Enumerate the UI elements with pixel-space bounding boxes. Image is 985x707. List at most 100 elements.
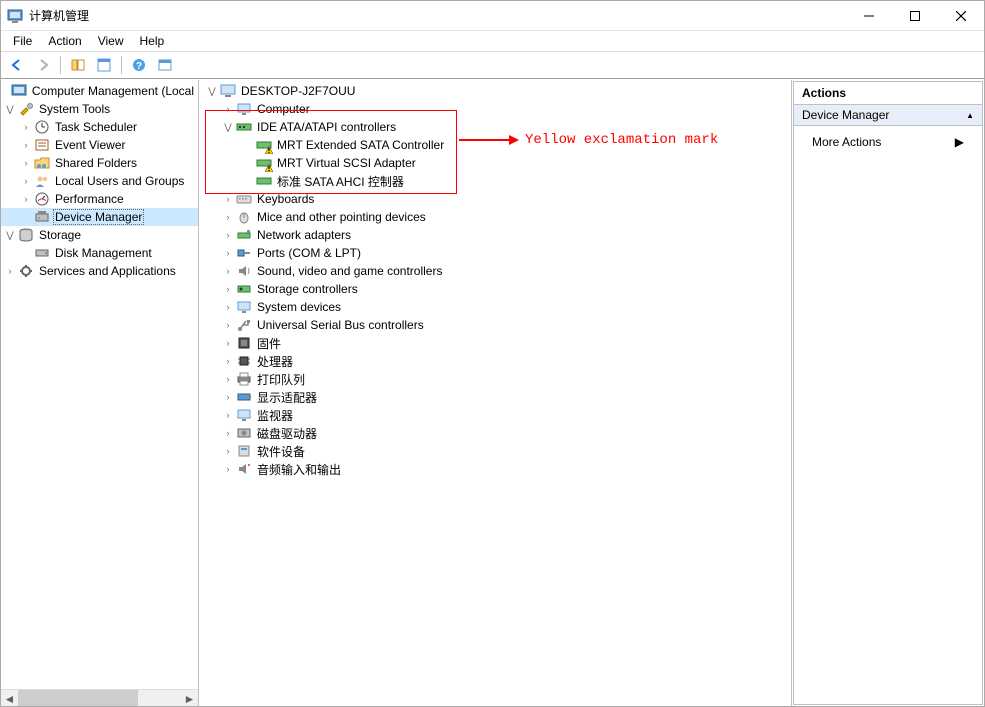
event-icon xyxy=(34,137,50,153)
device-network[interactable]: › Network adapters xyxy=(199,226,791,244)
expander-icon[interactable]: › xyxy=(19,174,33,188)
expander-icon[interactable]: › xyxy=(19,156,33,170)
collapse-arrow-icon[interactable]: ▲ xyxy=(966,111,974,120)
device-keyboards[interactable]: › Keyboards xyxy=(199,190,791,208)
minimize-button[interactable] xyxy=(846,1,892,31)
device-system[interactable]: › System devices xyxy=(199,298,791,316)
device-monitors[interactable]: › 监视器 xyxy=(199,406,791,424)
performance-icon xyxy=(34,191,50,207)
storage-ctrl-icon xyxy=(236,281,252,297)
device-display[interactable]: › 显示适配器 xyxy=(199,388,791,406)
tree-local-users[interactable]: › Local Users and Groups xyxy=(1,172,198,190)
device-std-ahci[interactable]: › 标准 SATA AHCI 控制器 xyxy=(199,172,791,190)
device-audio-io[interactable]: › 音频输入和输出 xyxy=(199,460,791,478)
device-computer[interactable]: › Computer xyxy=(199,100,791,118)
menu-view[interactable]: View xyxy=(90,32,132,50)
svg-text:?: ? xyxy=(136,61,142,72)
device-software[interactable]: › 软件设备 xyxy=(199,442,791,460)
expander-icon[interactable]: › xyxy=(221,300,235,314)
tree-shared-folders[interactable]: › Shared Folders xyxy=(1,154,198,172)
storage-icon xyxy=(18,227,34,243)
close-button[interactable] xyxy=(938,1,984,31)
device-print-queues[interactable]: › 打印队列 xyxy=(199,370,791,388)
ports-icon xyxy=(236,245,252,261)
expander-icon[interactable]: › xyxy=(221,318,235,332)
expander-icon[interactable]: › xyxy=(221,444,235,458)
expander-icon[interactable]: › xyxy=(19,120,33,134)
printer-icon xyxy=(236,371,252,387)
expander-icon[interactable]: › xyxy=(221,372,235,386)
expander-icon[interactable]: › xyxy=(221,210,235,224)
expander-icon[interactable]: › xyxy=(221,426,235,440)
device-storage-ctrl[interactable]: › Storage controllers xyxy=(199,280,791,298)
tree-system-tools[interactable]: ⋁ System Tools xyxy=(1,100,198,118)
device-root[interactable]: ⋁ DESKTOP-J2F7OUU xyxy=(199,82,791,100)
device-disk-drives[interactable]: › 磁盘驱动器 xyxy=(199,424,791,442)
display-adapter-icon xyxy=(236,389,252,405)
tree-event-viewer[interactable]: › Event Viewer xyxy=(1,136,198,154)
menu-action[interactable]: Action xyxy=(40,32,89,50)
tree-root[interactable]: ▶ Computer Management (Local xyxy=(1,82,198,100)
left-hscrollbar[interactable]: ◄ ► xyxy=(1,689,198,706)
usb-icon xyxy=(236,317,252,333)
cpu-icon xyxy=(236,353,252,369)
more-actions-item[interactable]: More Actions ▶ xyxy=(794,132,982,152)
maximize-button[interactable] xyxy=(892,1,938,31)
actions-list: More Actions ▶ xyxy=(794,126,982,158)
tree-device-manager[interactable]: › Device Manager xyxy=(1,208,198,226)
pc-icon xyxy=(236,101,252,117)
menu-help[interactable]: Help xyxy=(132,32,173,50)
expander-icon[interactable]: › xyxy=(3,264,17,278)
expander-icon[interactable]: › xyxy=(221,192,235,206)
device-ports[interactable]: › Ports (COM & LPT) xyxy=(199,244,791,262)
forward-button[interactable] xyxy=(31,54,55,76)
device-mice[interactable]: › Mice and other pointing devices xyxy=(199,208,791,226)
show-hide-tree-button[interactable] xyxy=(66,54,90,76)
device-processors[interactable]: › 处理器 xyxy=(199,352,791,370)
expander-icon[interactable]: › xyxy=(221,336,235,350)
tree-storage[interactable]: ⋁ Storage xyxy=(1,226,198,244)
properties-button[interactable] xyxy=(92,54,116,76)
actions-header: Actions xyxy=(794,82,982,105)
expander-icon[interactable]: › xyxy=(19,138,33,152)
expander-icon[interactable]: › xyxy=(221,102,235,116)
more-actions-label: More Actions xyxy=(812,135,881,149)
tree-performance[interactable]: › Performance xyxy=(1,190,198,208)
expander-icon[interactable]: › xyxy=(19,192,33,206)
device-sound[interactable]: › Sound, video and game controllers xyxy=(199,262,791,280)
expander-icon[interactable]: › xyxy=(221,282,235,296)
app-icon xyxy=(7,8,23,24)
controller-icon xyxy=(256,137,272,153)
device-firmware[interactable]: › 固件 xyxy=(199,334,791,352)
device-mrt-sata[interactable]: › MRT Extended SATA Controller xyxy=(199,136,791,154)
help-button[interactable]: ? xyxy=(127,54,151,76)
expander-icon[interactable]: › xyxy=(221,246,235,260)
actions-section[interactable]: Device Manager ▲ xyxy=(794,105,982,126)
device-usb[interactable]: › Universal Serial Bus controllers xyxy=(199,316,791,334)
device-mrt-scsi[interactable]: › MRT Virtual SCSI Adapter xyxy=(199,154,791,172)
menu-file[interactable]: File xyxy=(5,32,40,50)
expander-icon[interactable]: ⋁ xyxy=(3,102,17,116)
device-tree[interactable]: ⋁ DESKTOP-J2F7OUU › Computer ⋁ IDE ATA/A… xyxy=(199,80,791,480)
device-ide[interactable]: ⋁ IDE ATA/ATAPI controllers xyxy=(199,118,791,136)
expander-icon[interactable]: ⋁ xyxy=(3,228,17,242)
computer-mgmt-icon xyxy=(11,83,27,99)
expander-icon[interactable]: › xyxy=(221,228,235,242)
expander-icon[interactable]: › xyxy=(221,390,235,404)
tree-services-apps[interactable]: › Services and Applications xyxy=(1,262,198,280)
tree-disk-management[interactable]: › Disk Management xyxy=(1,244,198,262)
tree-task-scheduler[interactable]: › Task Scheduler xyxy=(1,118,198,136)
management-tree[interactable]: ▶ Computer Management (Local ⋁ System To… xyxy=(1,80,198,689)
expander-icon[interactable]: › xyxy=(221,354,235,368)
controller-icon xyxy=(256,155,272,171)
expander-icon[interactable]: › xyxy=(221,264,235,278)
refresh-button[interactable] xyxy=(153,54,177,76)
expander-icon[interactable]: › xyxy=(221,462,235,476)
back-button[interactable] xyxy=(5,54,29,76)
expander-icon[interactable]: ⋁ xyxy=(205,84,219,98)
controller-icon xyxy=(256,173,272,189)
expander-icon[interactable]: ⋁ xyxy=(221,120,235,134)
left-panel: ▶ Computer Management (Local ⋁ System To… xyxy=(1,80,199,706)
titlebar: 计算机管理 xyxy=(1,1,984,31)
expander-icon[interactable]: › xyxy=(221,408,235,422)
